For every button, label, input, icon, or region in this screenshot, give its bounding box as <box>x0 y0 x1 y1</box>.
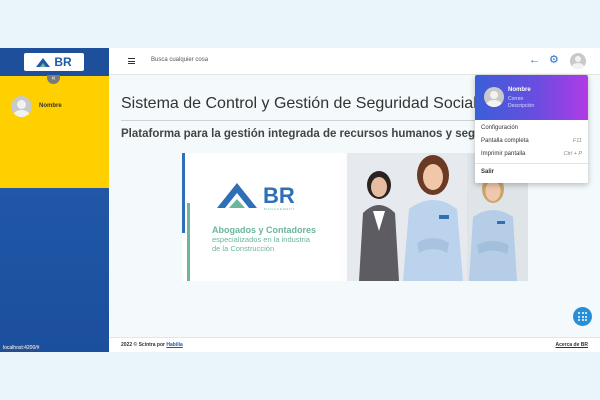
banner-accent-bar-blue <box>182 153 185 233</box>
logout-label: Salir <box>481 169 495 175</box>
menu-item-pantalla-completa[interactable]: Pantalla completa F11 <box>481 138 582 144</box>
footer-link-habilia[interactable]: Habilia <box>166 342 182 348</box>
menu-item-shortcut: Ctrl + P <box>563 151 583 157</box>
footer-copyright-text: 2022 © Scintra por <box>121 342 165 348</box>
sidebar-collapse-toggle[interactable]: « <box>47 75 60 84</box>
status-bar-url: localhost:4200/# <box>2 345 41 351</box>
title-divider <box>121 120 476 121</box>
browser-margin-top <box>0 0 600 48</box>
brand-logo-text: BR <box>54 55 72 69</box>
banner-logo-subtext: MANAGEMENT <box>264 207 296 211</box>
menu-item-label: Configuración <box>481 125 519 131</box>
banner-tagline-heading: Abogados y Contadores <box>212 225 317 235</box>
banner-accent-bar-green <box>187 203 190 281</box>
back-arrow-icon[interactable]: ← <box>529 54 540 66</box>
footer-copyright: 2022 © Scintra por Habilia <box>121 342 183 348</box>
brand-logo[interactable]: BR <box>24 53 84 71</box>
banner-logo: BR MANAGEMENT <box>215 181 315 213</box>
menu-divider <box>475 163 588 164</box>
user-menu-email: Correo <box>508 96 524 102</box>
user-dropdown-menu: Nombre Correo Descripción Configuración … <box>475 75 588 183</box>
banner-mountain-icon <box>217 183 257 208</box>
menu-item-label: Imprimir pantalla <box>481 151 526 157</box>
banner-tagline-line3: de la Construcción <box>212 244 275 253</box>
sidebar-header: BR <box>0 48 109 76</box>
menu-item-configuracion[interactable]: Configuración <box>481 125 582 131</box>
apps-grid-icon[interactable] <box>573 307 592 326</box>
logo-mountain-icon <box>36 58 51 67</box>
menu-item-salir[interactable]: Salir <box>481 169 582 175</box>
menu-item-label: Pantalla completa <box>481 138 529 144</box>
top-navbar: Busca cualquier cosa ← ⚙ <box>109 48 600 75</box>
user-menu-header: Nombre Correo Descripción <box>475 75 588 120</box>
menu-item-imprimir-pantalla[interactable]: Imprimir pantalla Ctrl + P <box>481 151 582 157</box>
footer-about-link[interactable]: Acerca de BR <box>555 342 588 348</box>
hamburger-menu-icon[interactable] <box>128 58 135 64</box>
browser-margin-bottom <box>0 352 600 400</box>
page-footer: 2022 © Scintra por Habilia Acerca de BR <box>109 337 600 352</box>
sidebar-avatar <box>11 96 32 117</box>
banner-tagline-line2: especializados en la industria <box>212 235 310 244</box>
search-input[interactable]: Busca cualquier cosa <box>151 57 208 63</box>
user-menu-avatar <box>484 87 504 107</box>
page-title: Sistema de Control y Gestión de Segurida… <box>121 95 477 112</box>
sidebar: BR « Nombre <box>0 48 109 352</box>
avatar-icon[interactable] <box>570 53 586 69</box>
menu-item-shortcut: F11 <box>572 138 582 144</box>
sidebar-user-name: Nombre <box>39 103 62 109</box>
gear-icon[interactable]: ⚙ <box>549 53 559 66</box>
banner-logo-text: BR <box>263 183 295 208</box>
user-menu-description: Descripción <box>508 103 535 109</box>
user-menu-name: Nombre <box>508 87 531 93</box>
sidebar-user-panel: « Nombre <box>0 75 109 188</box>
